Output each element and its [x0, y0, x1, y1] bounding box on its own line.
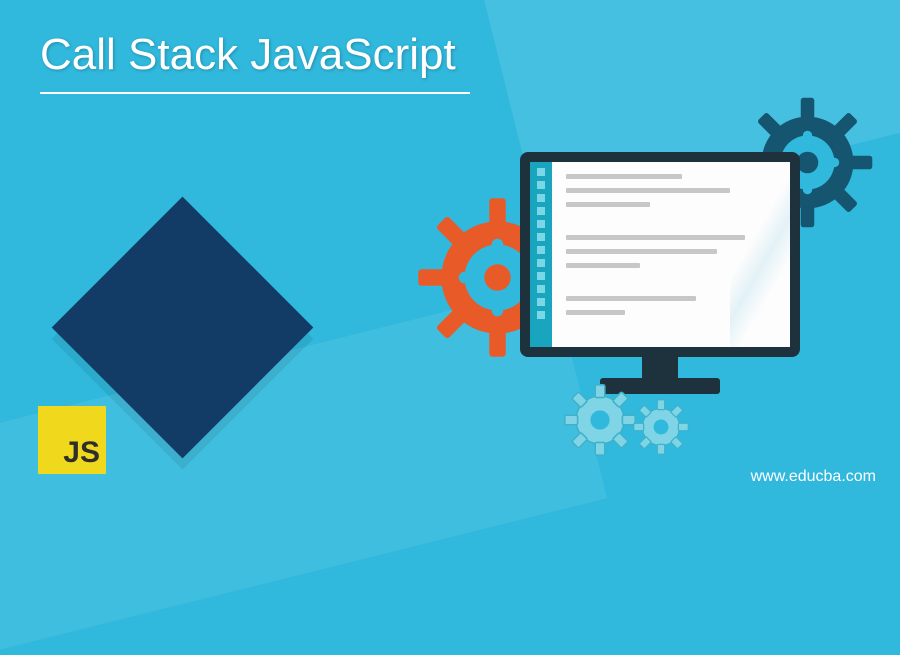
gear-icon — [630, 396, 692, 458]
illustration-group — [500, 140, 830, 440]
javascript-logo-icon: JS — [38, 406, 106, 474]
page-title: Call Stack JavaScript — [40, 30, 456, 94]
logo-text: JS — [63, 436, 100, 470]
website-url: www.educba.com — [751, 468, 876, 486]
title-underline — [40, 92, 470, 94]
screen-content — [552, 162, 790, 347]
gear-icon — [560, 380, 640, 460]
screen-sidebar — [530, 162, 552, 347]
monitor-icon — [520, 152, 800, 357]
monitor-screen — [530, 162, 790, 347]
